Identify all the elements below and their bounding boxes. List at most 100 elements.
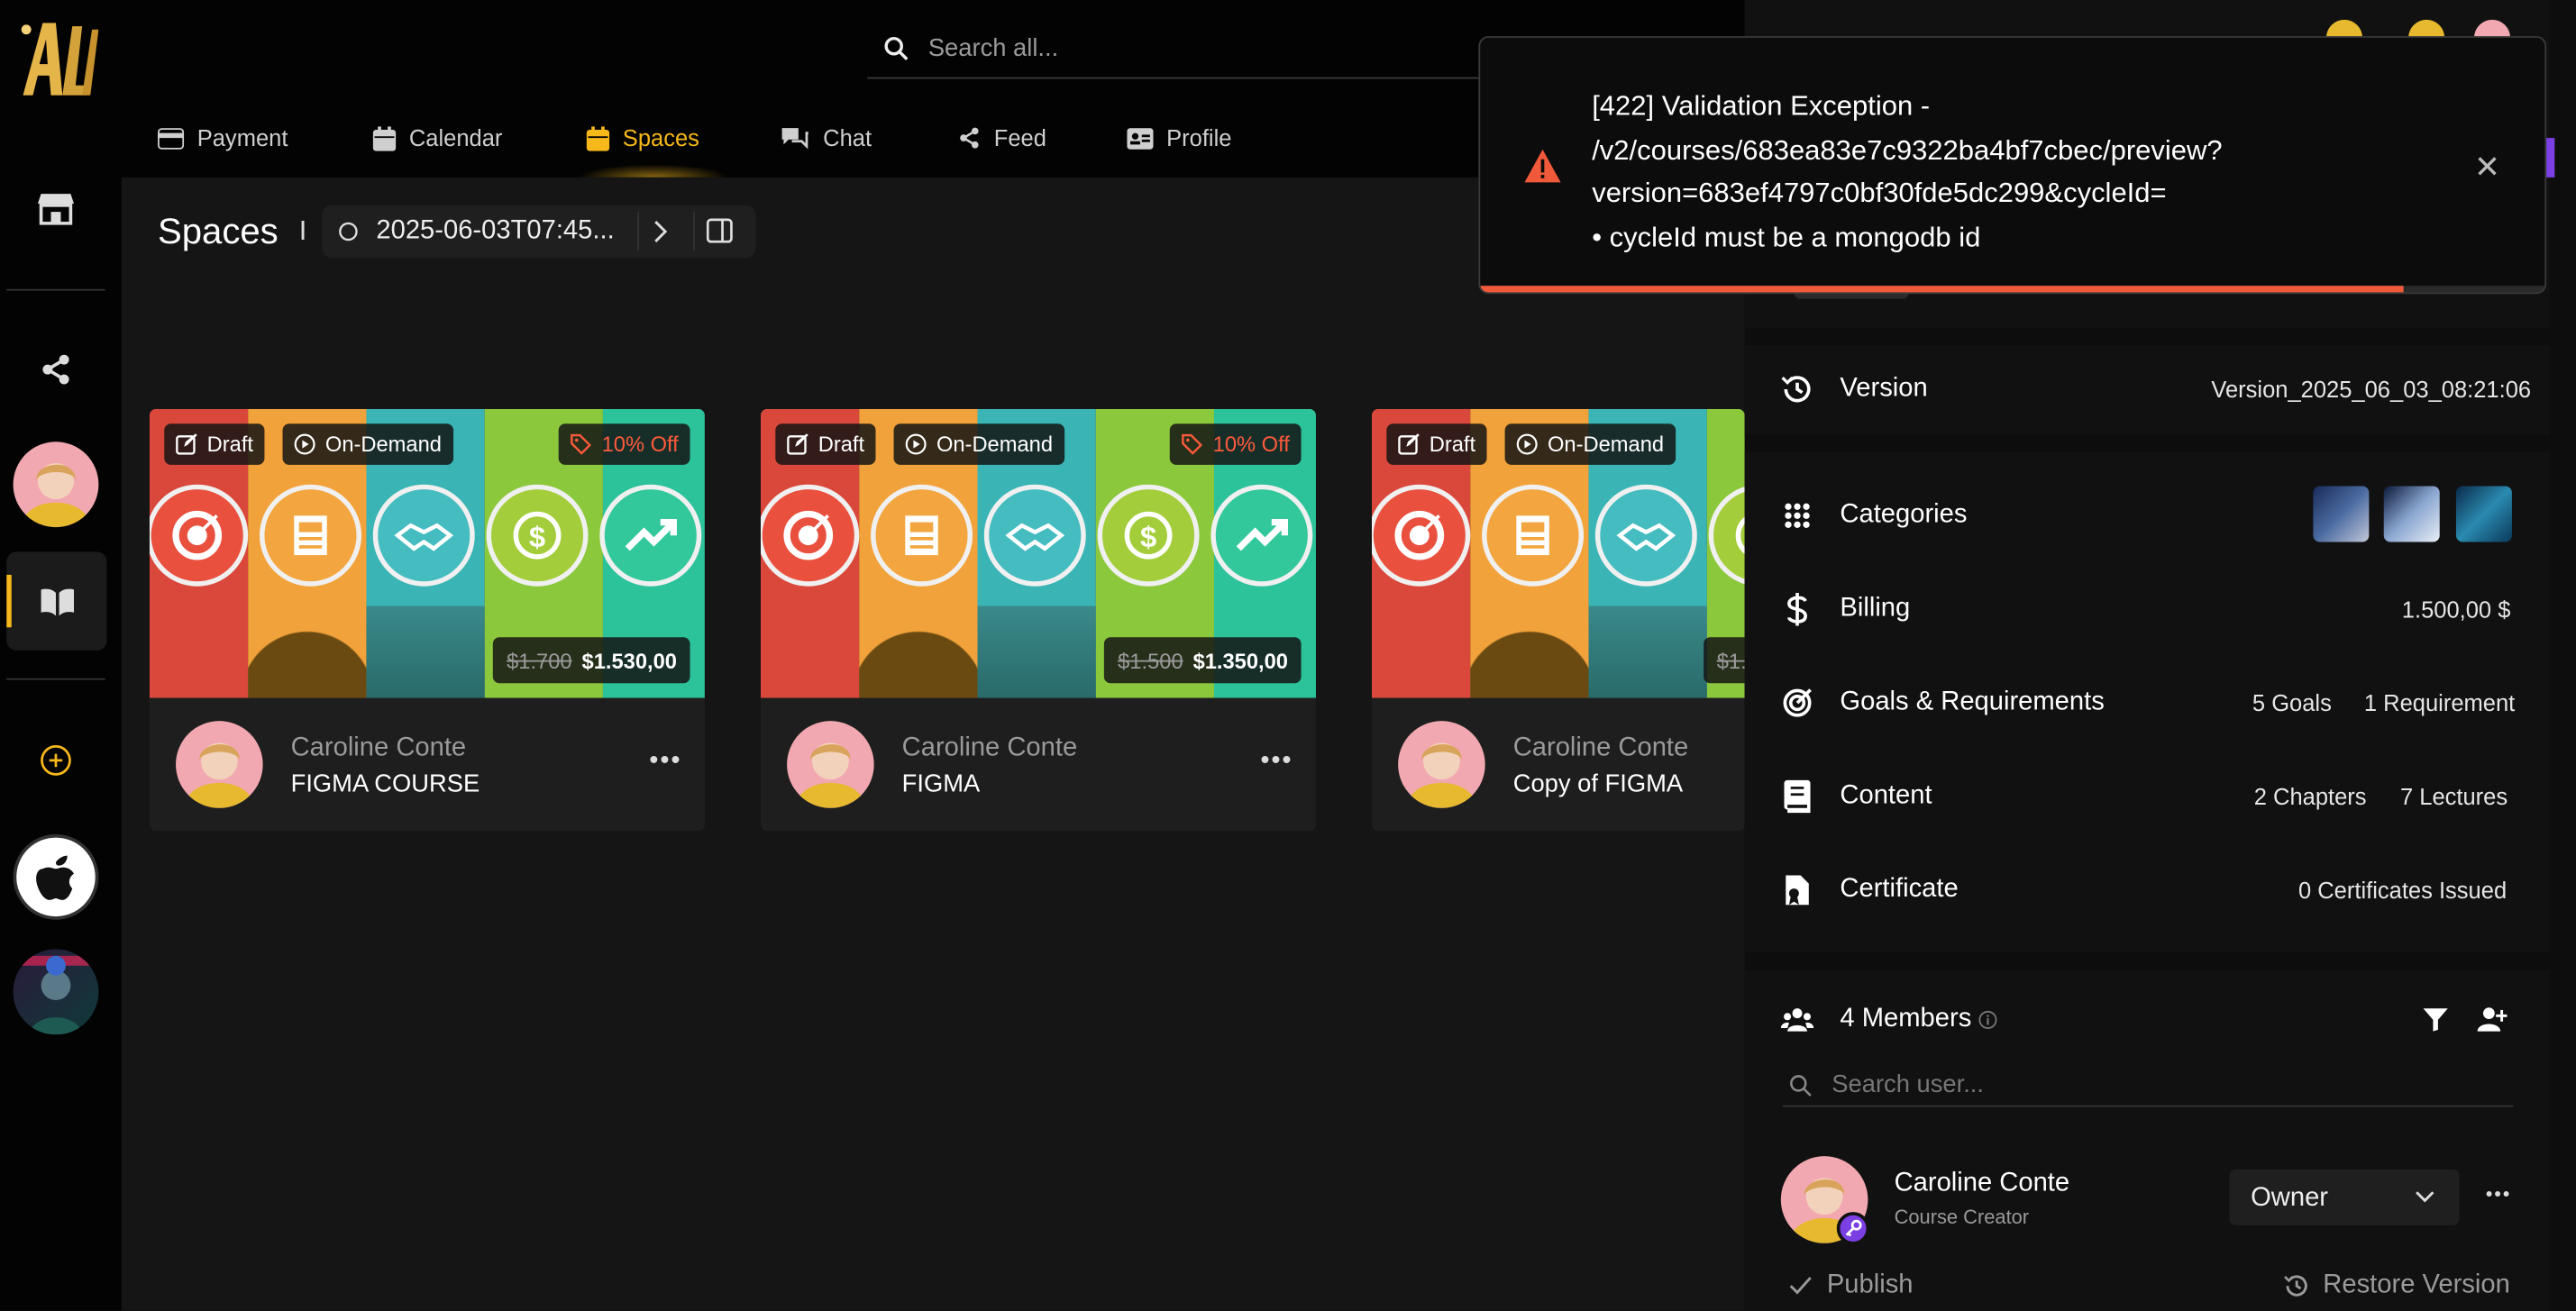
author-avatar[interactable] [176,721,263,808]
warning-icon [1524,149,1561,183]
info-icon[interactable] [1978,1010,1998,1030]
apple-icon [36,855,75,900]
on-demand-badge: On-Demand [1504,423,1676,465]
play-circle-icon [905,433,927,455]
author-avatar[interactable] [787,721,874,808]
author-avatar[interactable] [1398,721,1485,808]
goals-title: Goals & Requirements [1840,687,2105,716]
nav-item-courses[interactable] [6,551,107,651]
spaces-icon [586,125,610,150]
panel-toggle-icon[interactable] [706,218,733,243]
course-author: Caroline Conte [1512,733,1689,762]
app-logo[interactable] [14,14,99,102]
play-circle-icon [1516,433,1538,455]
game-workspace-avatar[interactable] [13,949,99,1035]
avatar[interactable] [13,442,99,528]
course-card-footer: Caroline Conte FIGMA ••• [761,698,1316,832]
member-search[interactable]: Search user... [1782,1062,2514,1107]
course-thumbnail[interactable]: $DraftOn-Demand$1. [1371,408,1745,698]
chevron-right-icon[interactable] [651,220,671,243]
category-thumbnail [2455,486,2512,542]
nav-divider [6,288,105,291]
add-circle-icon[interactable] [40,744,72,777]
price-tag: $1. [1704,637,1745,684]
course-art-icon: $ [1097,484,1200,587]
search-input[interactable]: Search all... [928,34,1058,62]
tab-spaces[interactable]: Spaces [586,122,699,154]
search-icon [884,36,909,60]
certificate-title: Certificate [1840,875,1959,904]
more-options-button[interactable]: ••• [649,747,681,777]
category-thumbnail [2383,486,2440,542]
grid-icon [1785,503,1810,528]
member-role-select[interactable]: Owner [2229,1169,2460,1225]
target-icon [1783,688,1812,717]
certificate-value: 0 Certificates Issued [2297,877,2507,904]
draft-badge: Draft [164,423,265,465]
global-search[interactable]: Search all... [867,20,1493,79]
tab-profile[interactable]: Profile [1127,122,1231,154]
history-icon [2284,1275,2307,1297]
version-label: 2025-06-03T07:45... [376,216,615,245]
id-card-icon [1127,127,1154,149]
more-options-button[interactable]: ••• [1260,747,1293,777]
version-value: Version_2025_06_03_08:21:06 [2211,376,2532,403]
course-card[interactable]: $ Draft On-Demand 10% Off $1.500 $1.350,00 Car… [760,408,1316,832]
original-price: $1.700 [507,648,572,673]
toast-line: [422] Validation Exception - [1592,90,1931,122]
calendar-icon [372,125,397,150]
course-art-icon [760,484,860,587]
publish-button[interactable]: Publish [1789,1271,1914,1301]
toast-progress-bar [1480,286,2405,293]
original-price: $1. [1716,648,1745,673]
course-thumbnail[interactable]: $ Draft On-Demand 10% Off $1.500 $1.350,00 [760,408,1316,698]
categories-title: Categories [1840,500,1968,529]
on-demand-badge: On-Demand [282,423,453,465]
book-icon [1784,779,1811,814]
share-icon[interactable] [40,353,72,386]
edit-icon [787,433,808,455]
course-thumbnail[interactable]: $ Draft On-Demand 10% Off $1.700 $1.530,00 [149,408,705,698]
member-more-button[interactable]: ••• [2486,1182,2511,1206]
nav-divider [6,678,105,680]
sale-price: $1.530,00 [581,648,677,673]
chat-icon [781,128,808,150]
edit-icon [176,433,197,455]
open-book-icon [41,588,75,616]
tab-feed[interactable]: Feed [958,122,1046,154]
member-search-input[interactable]: Search user... [1832,1070,1984,1098]
toast-line: • cycleId must be a mongodb id [1592,221,1981,252]
filter-icon[interactable] [2423,1008,2448,1032]
course-art-icon [871,484,973,587]
users-icon [1780,1008,1814,1032]
history-icon [1781,376,1811,403]
lectures-count: 7 Lectures [2399,783,2508,810]
apple-workspace-avatar[interactable] [13,833,99,920]
tag-icon [571,433,592,455]
course-card[interactable]: $ Draft On-Demand 10% Off $1.700 $1.530,00 Car… [149,408,705,832]
page-title: Spaces [157,210,279,251]
close-icon[interactable]: ✕ [2474,150,2500,187]
discount-badge: 10% Off [1170,423,1302,465]
course-art-icon [259,484,361,587]
check-icon [1789,1277,1812,1295]
tab-calendar[interactable]: Calendar [372,122,502,154]
draft-badge: Draft [1386,423,1487,465]
course-card[interactable]: $DraftOn-Demand$1.Caroline ConteCopy of … [1371,408,1745,832]
toast-line: version=683ef4797c0bf30fde5dc299&cycleId… [1592,177,2167,209]
version-selector[interactable]: 2025-06-03T07:45... [322,205,756,259]
tab-chat[interactable]: Chat [781,122,872,154]
add-user-icon[interactable] [2477,1006,2507,1033]
certificate-icon [1786,875,1809,906]
tab-payment[interactable]: Payment [157,122,288,154]
svg-text:$: $ [529,520,545,553]
play-circle-icon [294,433,315,455]
sale-price: $1.350,00 [1192,648,1288,673]
restore-version-button[interactable]: Restore Version [2284,1271,2510,1301]
course-art-icon [1371,484,1471,587]
course-author: Caroline Conte [290,733,467,762]
course-art-icon [1594,484,1697,587]
goals-count: 5 Goals [2252,689,2332,716]
active-tab-glow [578,164,730,178]
store-icon[interactable] [37,192,75,225]
